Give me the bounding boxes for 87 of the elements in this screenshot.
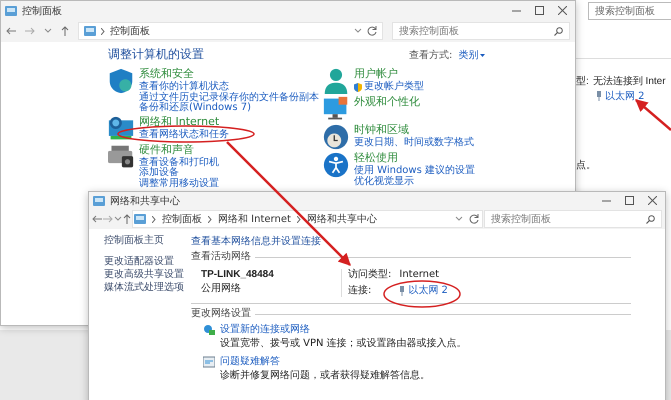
close-icon[interactable] (648, 196, 657, 205)
breadcrumb-item[interactable]: 网络和 Internet (218, 212, 291, 226)
category-link[interactable]: 优化视觉显示 (354, 176, 475, 187)
search-field[interactable]: 搜索控制面板 (588, 2, 671, 20)
chevron-right-icon (101, 28, 105, 34)
up-icon[interactable] (61, 26, 69, 36)
address-bar[interactable]: 控制面板 网络和 Internet 网络和共享中心 (132, 210, 483, 228)
category-link[interactable]: 使用 Windows 建议的设置 (354, 166, 475, 176)
field-label: 型: (576, 74, 589, 88)
accessibility-icon (323, 152, 349, 178)
search-icon[interactable] (646, 214, 655, 224)
section-label: 更改网络设置 (191, 308, 251, 320)
window-title: 网络和共享中心 (110, 194, 181, 208)
chevron-down-icon[interactable] (114, 216, 122, 222)
field-label: 访问类型: (348, 269, 392, 281)
category-link[interactable]: 通过文件历史记录保存你的文件备份副本 (139, 92, 319, 103)
category-link[interactable]: 查看网络状态和任务 (139, 130, 229, 140)
text-fragment: 点。 (576, 158, 596, 172)
clock-globe-icon (323, 124, 349, 150)
sidebar-link[interactable]: 媒体流式处理选项 (104, 282, 191, 294)
back-icon[interactable] (6, 27, 16, 35)
troubleshoot-icon (203, 356, 215, 368)
refresh-icon[interactable] (367, 26, 377, 36)
network-setup-icon (203, 324, 215, 336)
category-link[interactable]: 更改帐户类型 (354, 82, 424, 92)
view-by-label: 查看方式: (409, 48, 452, 62)
breadcrumb-item[interactable]: 网络和共享中心 (306, 212, 377, 226)
page-heading: 调整计算机的设置 (108, 47, 204, 62)
section-label: 查看活动网络 (191, 251, 251, 263)
category-title[interactable]: 硬件和声音 (139, 144, 219, 156)
task-link[interactable]: 设置新的连接或网络 (220, 324, 467, 336)
printer-icon (108, 144, 134, 170)
shield-icon (108, 68, 134, 94)
back-icon[interactable] (92, 215, 102, 223)
connection-link[interactable]: 以太网 2 (605, 89, 645, 103)
category-link[interactable]: 备份和还原(Windows 7) (139, 103, 319, 114)
sidebar-link[interactable]: 更改适配器设置 (104, 256, 191, 268)
category-link[interactable]: 更改日期、时间或数字格式 (354, 138, 474, 148)
ethernet-icon (399, 286, 406, 296)
window-title: 控制面板 (22, 4, 63, 18)
connection-link[interactable]: 以太网 2 (408, 285, 448, 297)
category-link[interactable]: 查看你的计算机状态 (139, 82, 319, 92)
task-link[interactable]: 问题疑难解答 (220, 356, 430, 368)
caret-icon (480, 54, 486, 56)
network-name: TP-LINK_48484 (201, 269, 275, 281)
search-field[interactable]: 搜索控制面板 (392, 22, 570, 40)
chevron-down-icon[interactable] (455, 216, 463, 222)
monitor-icon (323, 96, 349, 122)
breadcrumb-item[interactable]: 控制面板 (110, 24, 150, 38)
sidebar-link[interactable]: 控制面板主页 (104, 235, 191, 247)
category-link[interactable]: 调整常用移动设置 (139, 178, 219, 189)
breadcrumb-item[interactable]: 控制面板 (162, 212, 202, 226)
search-icon[interactable] (554, 26, 563, 36)
category-title[interactable]: 用户帐户 (354, 68, 424, 80)
field-value: Internet (399, 269, 440, 281)
chevron-down-icon[interactable] (44, 28, 52, 34)
user-icon (323, 68, 349, 94)
category-link[interactable]: 添加设备 (139, 168, 219, 178)
field-label: 连接: (348, 285, 372, 297)
task-description: 设置宽带、拨号或 VPN 连接；或设置路由器或接入点。 (220, 338, 467, 350)
category-title[interactable]: 轻松使用 (354, 152, 475, 164)
category-title[interactable]: 网络和 Internet (139, 116, 229, 128)
chevron-right-icon (152, 216, 156, 222)
ethernet-icon (596, 91, 602, 101)
refresh-icon[interactable] (469, 214, 479, 224)
annotation-arrow (635, 99, 671, 131)
view-by-dropdown[interactable]: 类别 (458, 48, 486, 62)
field-value: 无法连接到 Inter (592, 74, 666, 88)
network-monitor-icon (108, 116, 134, 142)
chevron-down-icon[interactable] (354, 28, 362, 34)
category-title[interactable]: 外观和个性化 (354, 96, 420, 108)
maximize-icon[interactable] (625, 196, 634, 205)
network-type: 公用网络 (201, 283, 242, 295)
category-link[interactable]: 查看设备和打印机 (139, 158, 219, 168)
chevron-right-icon (296, 216, 301, 222)
sidebar-link[interactable]: 更改高级共享设置 (104, 269, 191, 281)
task-description: 诊断并修复网络问题，或者获得疑难解答信息。 (220, 370, 430, 382)
up-icon[interactable] (123, 214, 131, 224)
maximize-icon[interactable] (535, 6, 544, 15)
close-icon[interactable] (558, 6, 567, 15)
category-title[interactable]: 时钟和区域 (354, 124, 474, 136)
chevron-right-icon (208, 216, 212, 222)
shield-icon (354, 82, 362, 92)
address-bar[interactable]: 控制面板 (78, 22, 383, 40)
page-heading: 查看基本网络信息并设置连接 (191, 235, 322, 248)
category-title[interactable]: 系统和安全 (139, 68, 319, 80)
search-field[interactable]: 搜索控制面板 (484, 210, 662, 228)
